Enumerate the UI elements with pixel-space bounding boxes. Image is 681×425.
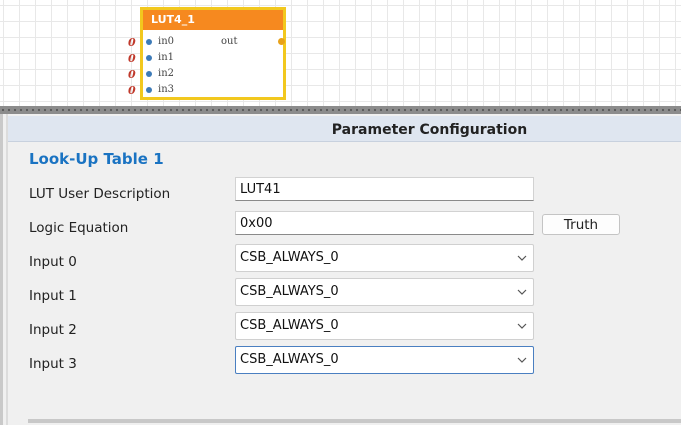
- input-pin-0[interactable]: [146, 39, 152, 45]
- lut-user-description-input[interactable]: [235, 177, 534, 201]
- input-value-3: 0: [128, 84, 136, 97]
- input-pin-1[interactable]: [146, 55, 152, 61]
- input1-select-value: CSB_ALWAYS_0: [240, 284, 339, 299]
- logic-equation-label: Logic Equation: [29, 220, 129, 236]
- input2-select[interactable]: CSB_ALWAYS_0: [235, 312, 534, 340]
- input3-select-value: CSB_ALWAYS_0: [240, 352, 339, 367]
- output-pin-label: out: [221, 36, 238, 47]
- input0-select-value: CSB_ALWAYS_0: [240, 250, 339, 265]
- logic-equation-input[interactable]: [235, 211, 534, 235]
- input-pin-label-1: in1: [158, 52, 175, 63]
- input-pin-3[interactable]: [146, 87, 152, 93]
- lut-block-title: LUT4_1: [143, 10, 283, 30]
- input-pin-label-3: in3: [158, 84, 175, 95]
- input-value-1: 0: [128, 52, 136, 65]
- input1-label: Input 1: [29, 288, 77, 304]
- input-value-2: 0: [128, 68, 136, 81]
- lut-block[interactable]: LUT4_1 in0 in1 in2 in3 out: [140, 7, 286, 100]
- panel-splitter[interactable]: [0, 106, 681, 114]
- input3-select[interactable]: CSB_ALWAYS_0: [235, 346, 534, 374]
- input1-select[interactable]: CSB_ALWAYS_0: [235, 278, 534, 306]
- truth-button[interactable]: Truth: [542, 214, 620, 235]
- lut-user-description-label: LUT User Description: [29, 186, 171, 202]
- input-pin-2[interactable]: [146, 71, 152, 77]
- horizontal-scrollbar[interactable]: [28, 419, 681, 423]
- section-title: Look-Up Table 1: [29, 150, 164, 168]
- input2-label: Input 2: [29, 322, 77, 338]
- input2-select-value: CSB_ALWAYS_0: [240, 318, 339, 333]
- input-value-0: 0: [128, 36, 136, 49]
- output-pin[interactable]: [278, 38, 285, 45]
- input3-label: Input 3: [29, 356, 77, 372]
- input0-select[interactable]: CSB_ALWAYS_0: [235, 244, 534, 272]
- panel-header: Parameter Configuration: [8, 116, 681, 142]
- design-canvas[interactable]: LUT4_1 in0 in1 in2 in3 out 0 0 0 0: [0, 0, 681, 106]
- chevron-down-icon: [517, 255, 527, 261]
- chevron-down-icon: [517, 289, 527, 295]
- input-pin-label-2: in2: [158, 68, 175, 79]
- input0-label: Input 0: [29, 254, 77, 270]
- panel-edge: [6, 114, 8, 425]
- chevron-down-icon: [517, 323, 527, 329]
- chevron-down-icon: [517, 357, 527, 363]
- input-pin-label-0: in0: [158, 36, 175, 47]
